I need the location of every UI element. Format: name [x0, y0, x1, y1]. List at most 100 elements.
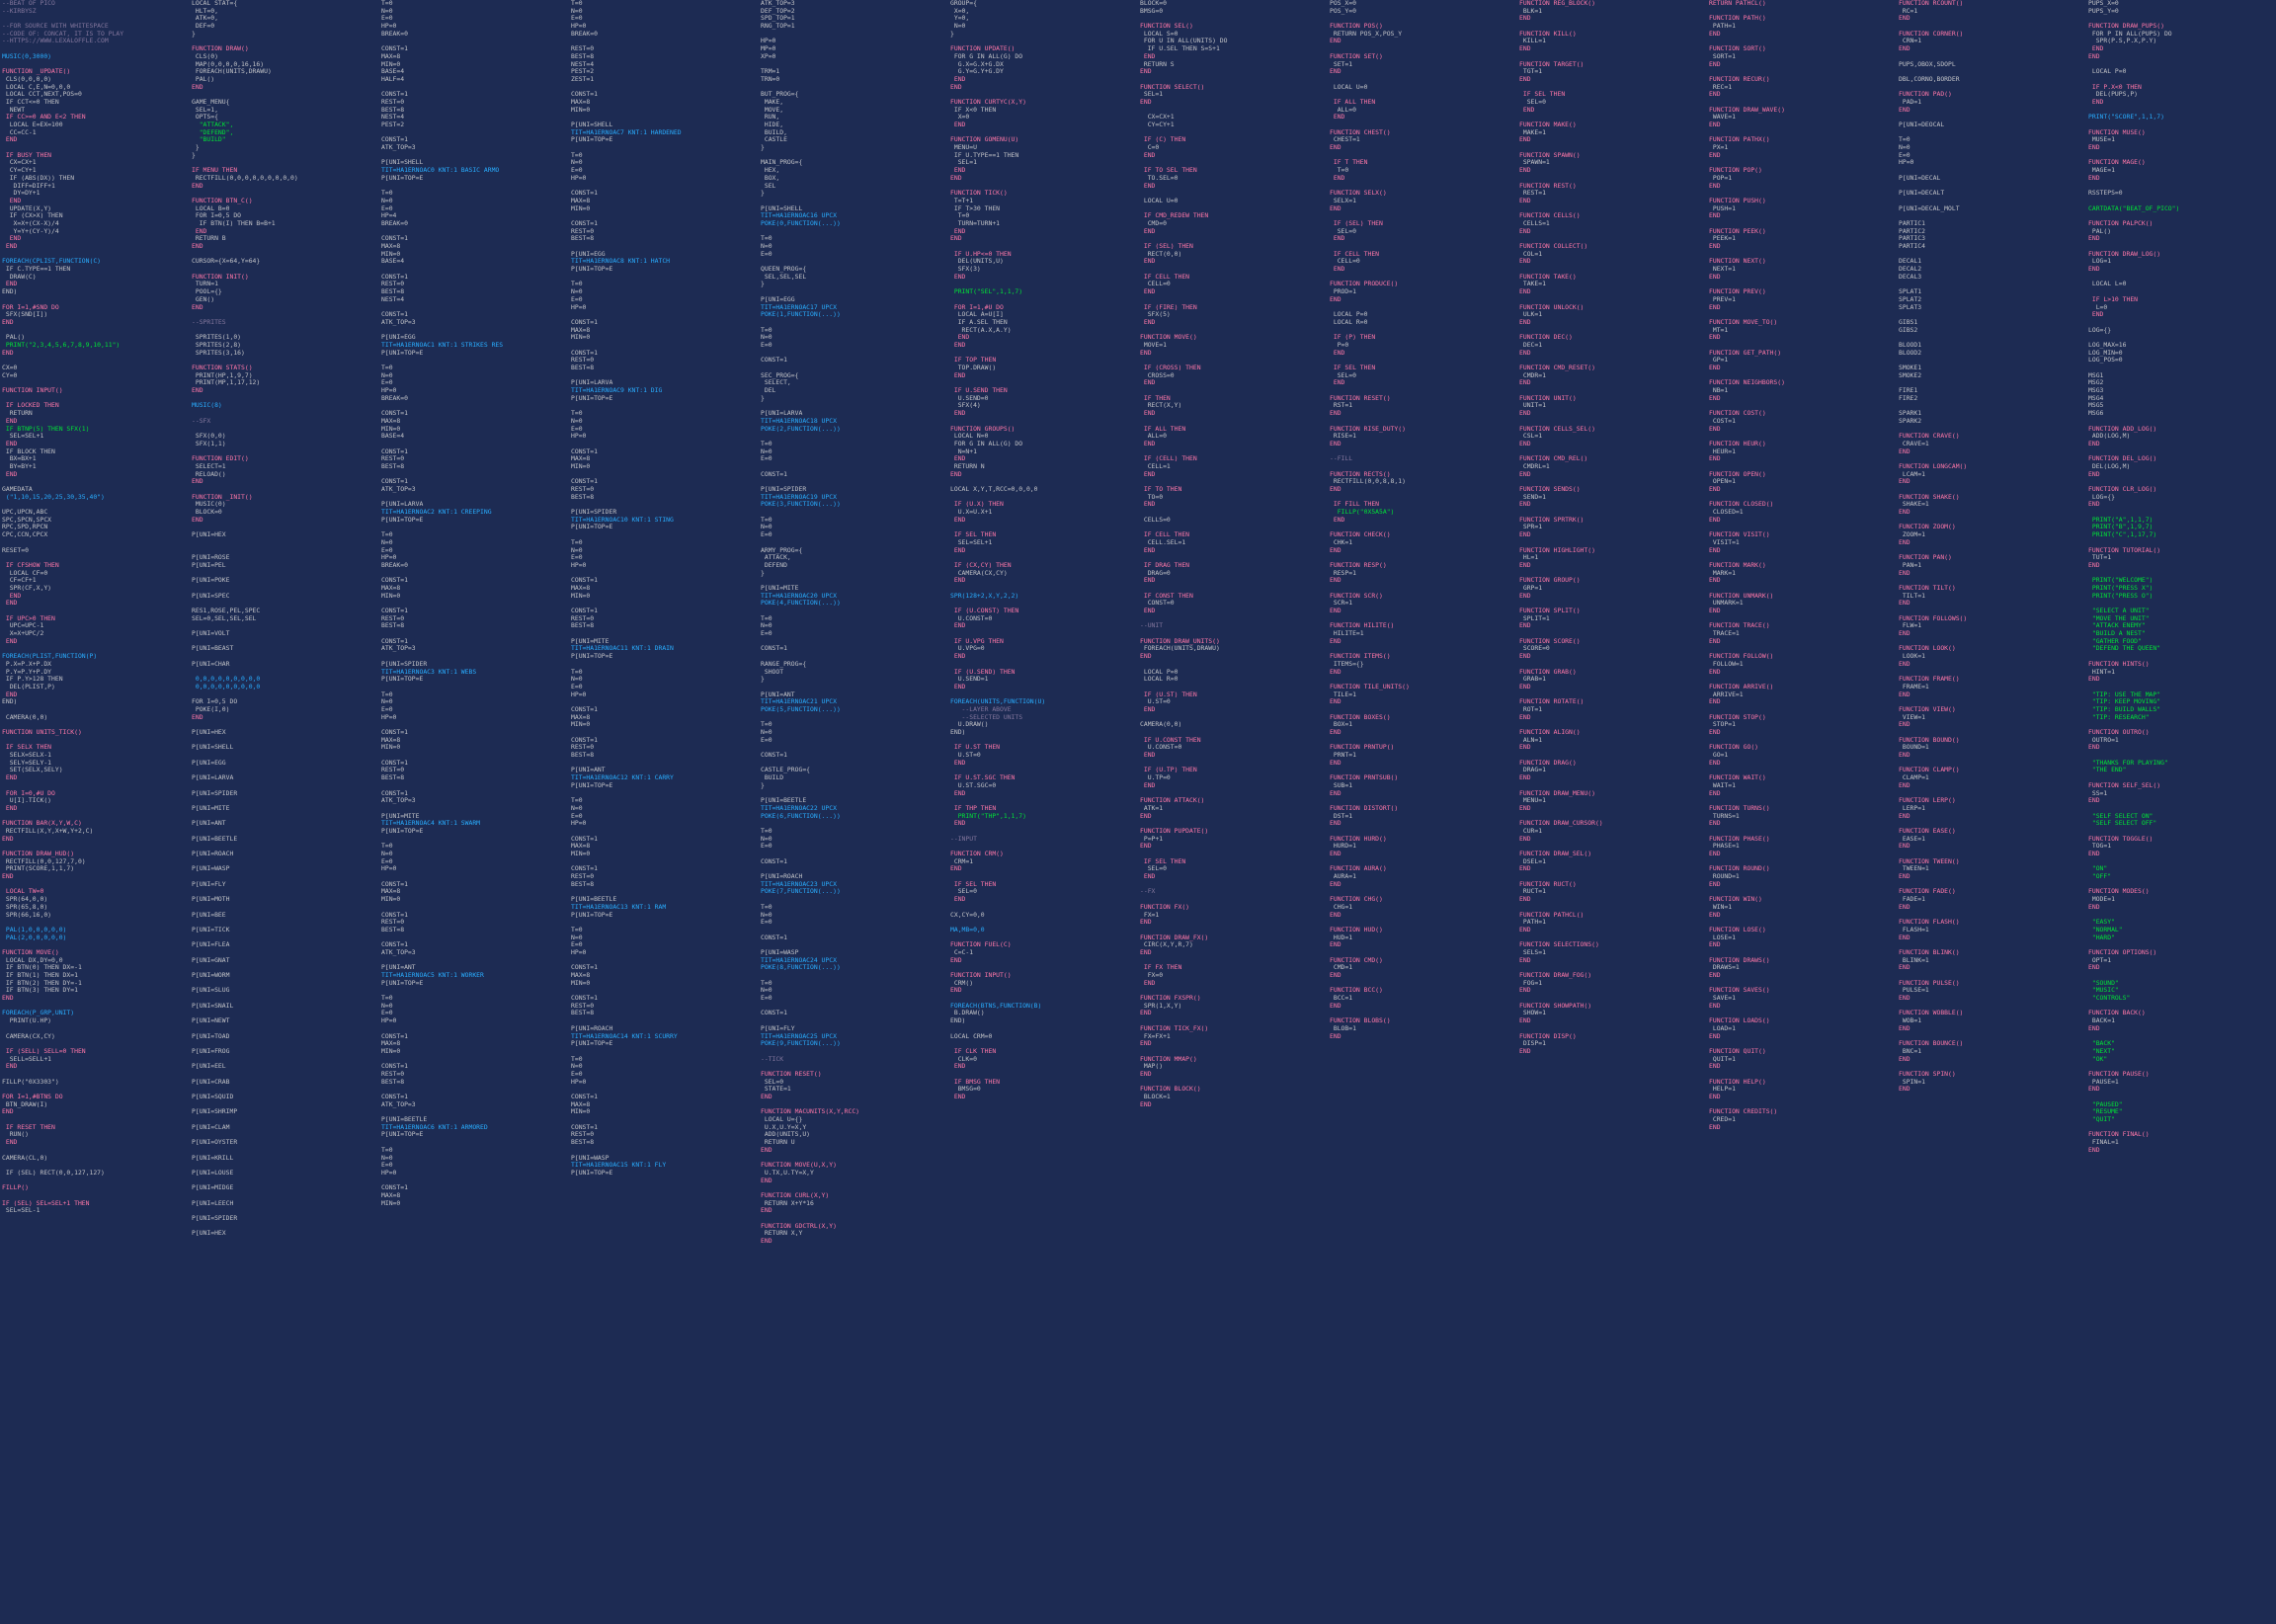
code-line: P[UNI=ANT — [571, 767, 606, 774]
code-line: MUSIC(8) — [192, 402, 222, 410]
code-line: COL=1 — [1519, 250, 1543, 258]
code-line: P[UNI=HEX — [192, 531, 226, 539]
code-line: END — [1709, 243, 1721, 250]
code-line: TIT=HA1ERNOAC1 KNT:1 STRIKES RES — [381, 341, 504, 349]
code-line: BNC=1 — [1899, 1047, 1922, 1055]
code-line: E=0 — [761, 736, 772, 744]
code-line: P[UNI=SLUG — [192, 987, 230, 995]
code-line: P[UNI=LOUSE — [192, 1169, 234, 1177]
code-line: MAX=8 — [571, 713, 591, 721]
code-line: PAL(1,0,0,0,0,0) — [2, 926, 67, 934]
code-line: E=0 — [381, 705, 393, 713]
code-line: END — [1330, 729, 1341, 736]
code-line: SEL=0,SEL,SEL,SEL — [192, 614, 257, 622]
code-line: END — [1899, 995, 1910, 1003]
code-line: MAX=8 — [571, 326, 591, 334]
code-line: "EASY" — [2088, 919, 2115, 927]
code-line: END — [761, 1238, 772, 1246]
code-line: TIT=HA1ERNOAC19 UPCX — [761, 493, 837, 501]
code-line: IF (CELL) THEN — [1140, 455, 1197, 463]
code-line: END — [1140, 227, 1156, 235]
code-line: FUNCTION SELF_SEL() — [2088, 781, 2161, 789]
code-line: "THE END" — [2088, 767, 2127, 774]
code-line: IF (C) THEN — [1140, 136, 1186, 144]
code-line: CONST=1 — [381, 91, 408, 99]
code-line: N=0 — [381, 851, 393, 857]
code-line: CELL=1 — [1140, 462, 1171, 470]
code-line: END — [1899, 964, 1910, 972]
code-line: FUNCTION HUD() — [1330, 926, 1383, 934]
code-line: END — [950, 653, 966, 661]
code-line: END — [1709, 425, 1721, 433]
code-line: LOCAL B=0 — [192, 204, 230, 212]
code-line: Y=0, — [950, 15, 970, 23]
code-line: END — [1140, 182, 1156, 190]
code-line: FOR I=0,5 DO — [192, 698, 238, 706]
code-line: FOG=1 — [1519, 979, 1543, 987]
code-line: END — [2088, 1086, 2100, 1094]
code-line: BUT_PROG={ — [761, 91, 799, 99]
code-line: FUNCTION UPDATE() — [950, 45, 1016, 53]
code-line: GRP=1 — [1519, 584, 1543, 592]
code-line: IF SEL THEN — [1519, 91, 1566, 99]
code-line: FUNCTION DRAW_FX() — [1140, 934, 1209, 941]
code-line: SMOKE1 — [1899, 365, 1922, 371]
code-line: IF U.VPG THEN — [950, 637, 1004, 645]
code-line: END — [1330, 637, 1341, 645]
code-line: BEST=8 — [571, 622, 595, 630]
code-line: END — [1140, 349, 1152, 357]
code-line: SCR=1 — [1330, 600, 1353, 608]
code-line: END — [1140, 705, 1156, 713]
code-line: CHK=1 — [1330, 538, 1353, 546]
code-line: FUNCTION DRAW_UNITS() — [1140, 637, 1220, 645]
code-line: FOR U IN ALL(UNITS) DO — [1140, 38, 1228, 45]
code-line: FUNCTION TICK_FX() — [1140, 1024, 1209, 1032]
code-line: END — [2, 600, 18, 608]
code-line: HP=0 — [381, 713, 397, 721]
code-line: N=0 — [761, 447, 772, 455]
code-line: MIN=0 — [571, 851, 591, 857]
code-line: SFX(SND[I]) — [2, 311, 48, 319]
code-line: RECTFILL(0,0,127,7,0) — [2, 857, 86, 865]
code-line: PRINT("PRESS O") — [2088, 592, 2154, 600]
code-line: N=0 — [571, 7, 583, 15]
code-line: T=T+1 — [950, 197, 974, 204]
code-line: POKE(I,0) — [192, 705, 230, 713]
code-line: FUNCTION GRAB() — [1519, 668, 1577, 676]
code-line: END — [1709, 880, 1721, 888]
code-line: END — [1709, 394, 1721, 402]
code-line: END — [2, 1108, 14, 1116]
code-line: RETURN — [2, 410, 33, 418]
code-line: P[UNI=TICK — [192, 926, 230, 934]
code-line: TOP.DRAW() — [950, 365, 997, 371]
code-line: CARTDATA("BEAT_OF_PICO") — [2088, 204, 2180, 212]
code-line: SELECT, — [761, 379, 791, 387]
code-line: END — [1140, 318, 1156, 326]
code-line: CONST=1 — [381, 637, 408, 645]
code-line: MAX=8 — [571, 455, 591, 463]
code-line: END — [1140, 470, 1156, 478]
code-line: "TIP: USE THE MAP" — [2088, 690, 2161, 698]
code-line: PARTIC4 — [1899, 243, 1925, 250]
code-line: BEST=8 — [571, 880, 595, 888]
code-line: P[UNI=EGG — [192, 759, 226, 767]
code-line: MT=1 — [1709, 326, 1729, 334]
code-line: MAX=8 — [381, 1191, 401, 1199]
code-line: --SPRITES — [192, 318, 226, 326]
